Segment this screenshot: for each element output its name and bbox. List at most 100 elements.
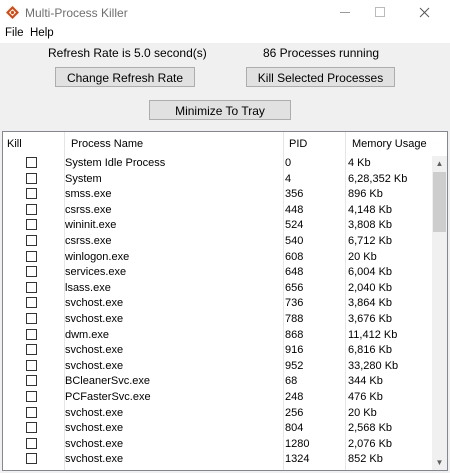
process-list[interactable]: Kill Process Name PID Memory Usage Syste… xyxy=(2,131,448,471)
process-name-cell: PCFasterSvc.exe xyxy=(65,390,151,403)
kill-checkbox[interactable] xyxy=(26,312,37,324)
kill-checkbox[interactable] xyxy=(26,344,37,356)
maximize-icon xyxy=(375,7,385,17)
process-row[interactable]: wininit.exe 524 3,808 Kb xyxy=(3,218,432,234)
kill-checkbox[interactable] xyxy=(26,297,37,309)
process-name-cell: BCleanerSvc.exe xyxy=(65,375,150,388)
memory-usage-cell: 6,712 Kb xyxy=(348,234,393,247)
app-icon xyxy=(6,6,19,19)
refresh-rate-label: Refresh Rate is 5.0 second(s) xyxy=(48,46,207,60)
minimize-window-button[interactable] xyxy=(330,0,360,25)
process-row[interactable]: System 4 6,28,352 Kb xyxy=(3,172,432,188)
close-window-button[interactable] xyxy=(410,0,440,25)
process-name-cell: svchost.exe xyxy=(65,422,124,435)
scroll-up-arrow-icon[interactable]: ▲ xyxy=(432,156,447,171)
kill-checkbox[interactable] xyxy=(26,375,37,387)
process-row[interactable]: svchost.exe 952 33,280 Kb xyxy=(3,359,432,375)
process-name-cell: svchost.exe xyxy=(65,312,124,325)
memory-usage-cell: 476 Kb xyxy=(348,390,383,403)
scroll-thumb[interactable] xyxy=(433,172,446,232)
pid-cell: 68 xyxy=(285,375,298,388)
vertical-scrollbar[interactable]: ▲ ▼ xyxy=(432,156,447,470)
column-pid[interactable]: PID xyxy=(284,132,346,156)
close-icon xyxy=(419,7,430,18)
kill-checkbox[interactable] xyxy=(26,266,37,278)
memory-usage-cell: 4,148 Kb xyxy=(348,203,393,216)
menu-help[interactable]: Help xyxy=(30,27,54,39)
process-name-cell: lsass.exe xyxy=(65,281,111,294)
memory-usage-cell: 20 Kb xyxy=(348,250,377,263)
pid-cell: 648 xyxy=(285,266,304,279)
menu-bar: File Help xyxy=(0,25,450,43)
maximize-window-button[interactable] xyxy=(365,0,395,25)
kill-checkbox[interactable] xyxy=(26,437,37,449)
memory-usage-cell: 6,28,352 Kb xyxy=(348,172,408,185)
process-name-cell: dwm.exe xyxy=(65,328,110,341)
process-row[interactable]: svchost.exe 804 2,568 Kb xyxy=(3,421,432,437)
kill-checkbox[interactable] xyxy=(26,359,37,371)
kill-checkbox[interactable] xyxy=(26,281,37,293)
memory-usage-cell: 344 Kb xyxy=(348,375,383,388)
kill-checkbox[interactable] xyxy=(26,172,37,184)
pid-cell: 248 xyxy=(285,390,304,403)
process-row[interactable]: svchost.exe 1324 852 Kb xyxy=(3,452,432,468)
process-row[interactable]: services.exe 648 6,004 Kb xyxy=(3,265,432,281)
process-name-cell: services.exe xyxy=(65,266,127,279)
pid-cell: 1280 xyxy=(285,437,310,450)
pid-cell: 868 xyxy=(285,328,304,341)
kill-checkbox[interactable] xyxy=(26,422,37,434)
process-row[interactable]: csrss.exe 448 4,148 Kb xyxy=(3,203,432,219)
memory-usage-cell: 2,568 Kb xyxy=(348,422,393,435)
process-name-cell: svchost.exe xyxy=(65,359,124,372)
change-refresh-rate-button[interactable]: Change Refresh Rate xyxy=(55,67,195,87)
pid-cell: 656 xyxy=(285,281,304,294)
pid-cell: 916 xyxy=(285,344,304,357)
memory-usage-cell: 4 Kb xyxy=(348,157,371,169)
process-row[interactable]: System Idle Process 0 4 Kb xyxy=(3,156,432,172)
process-row[interactable]: winlogon.exe 608 20 Kb xyxy=(3,250,432,266)
kill-checkbox[interactable] xyxy=(26,390,37,402)
process-row[interactable]: svchost.exe 916 6,816 Kb xyxy=(3,343,432,359)
process-row[interactable]: smss.exe 356 896 Kb xyxy=(3,187,432,203)
menu-file[interactable]: File xyxy=(5,27,24,39)
minimize-to-tray-button[interactable]: Minimize To Tray xyxy=(149,100,291,120)
process-row[interactable]: dwm.exe 868 11,412 Kb xyxy=(3,328,432,344)
title-bar: Multi-Process Killer xyxy=(0,0,450,25)
memory-usage-cell: 2,076 Kb xyxy=(348,437,393,450)
kill-checkbox[interactable] xyxy=(26,234,37,246)
process-name-cell: svchost.exe xyxy=(65,406,124,419)
memory-usage-cell: 2,040 Kb xyxy=(348,281,393,294)
window-title: Multi-Process Killer xyxy=(25,6,128,20)
kill-checkbox[interactable] xyxy=(26,453,37,465)
column-kill[interactable]: Kill xyxy=(3,132,65,156)
process-row[interactable]: svchost.exe 256 20 Kb xyxy=(3,406,432,422)
memory-usage-cell: 6,004 Kb xyxy=(348,266,393,279)
pid-cell: 4 xyxy=(285,172,292,185)
memory-usage-cell: 6,816 Kb xyxy=(348,344,393,357)
kill-checkbox[interactable] xyxy=(26,157,37,168)
kill-checkbox[interactable] xyxy=(26,219,37,231)
process-name-cell: System xyxy=(65,172,102,185)
column-memory-usage[interactable]: Memory Usage xyxy=(346,132,432,156)
kill-selected-button[interactable]: Kill Selected Processes xyxy=(246,67,395,87)
memory-usage-cell: 11,412 Kb xyxy=(348,328,398,341)
process-row[interactable]: lsass.exe 656 2,040 Kb xyxy=(3,281,432,297)
process-name-cell: smss.exe xyxy=(65,188,112,201)
process-row[interactable]: svchost.exe 1280 2,076 Kb xyxy=(3,437,432,453)
process-row[interactable]: BCleanerSvc.exe 68 344 Kb xyxy=(3,374,432,390)
memory-usage-cell: 20 Kb xyxy=(348,406,377,419)
kill-checkbox[interactable] xyxy=(26,188,37,200)
kill-checkbox[interactable] xyxy=(26,328,37,340)
process-row[interactable]: svchost.exe 788 3,676 Kb xyxy=(3,312,432,328)
kill-checkbox[interactable] xyxy=(26,406,37,418)
process-name-cell: svchost.exe xyxy=(65,437,124,450)
pid-cell: 448 xyxy=(285,203,304,216)
process-row[interactable]: csrss.exe 540 6,712 Kb xyxy=(3,234,432,250)
process-row[interactable]: PCFasterSvc.exe 248 476 Kb xyxy=(3,390,432,406)
column-process-name[interactable]: Process Name xyxy=(65,132,284,156)
process-row[interactable]: svchost.exe 736 3,864 Kb xyxy=(3,296,432,312)
kill-checkbox[interactable] xyxy=(26,203,37,215)
process-name-cell: svchost.exe xyxy=(65,297,124,310)
kill-checkbox[interactable] xyxy=(26,250,37,262)
scroll-down-arrow-icon[interactable]: ▼ xyxy=(432,455,447,470)
